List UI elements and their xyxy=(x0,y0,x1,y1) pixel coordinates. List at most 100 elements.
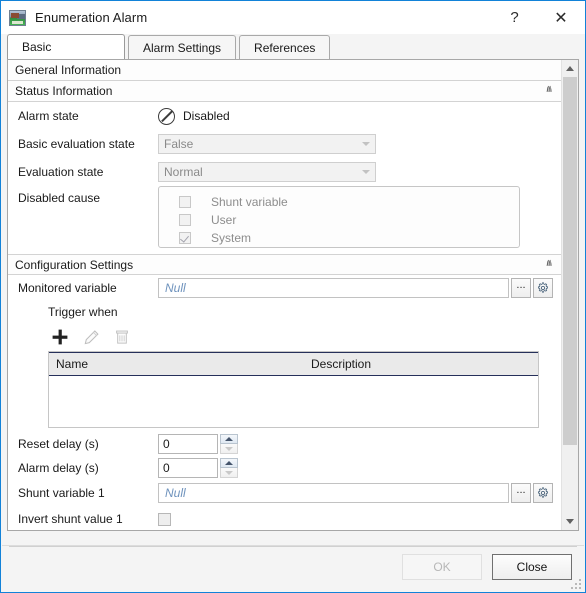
group-header-configuration-settings[interactable]: Configuration Settings ⱞ xyxy=(8,254,561,275)
trigger-when-grid: Name Description xyxy=(48,351,539,428)
list-item[interactable]: Shunt variable xyxy=(179,193,519,210)
row-basic-evaluation-state: Basic evaluation state False xyxy=(8,130,561,158)
spinner-up-icon[interactable] xyxy=(220,434,238,444)
checkbox-user[interactable] xyxy=(179,214,191,226)
spinner-down-icon[interactable] xyxy=(220,444,238,454)
label-alarm-delay: Alarm delay (s) xyxy=(18,461,158,475)
row-disabled-cause: Disabled cause Shunt variable User Syste… xyxy=(8,186,561,254)
column-header-description[interactable]: Description xyxy=(304,357,371,371)
row-evaluation-state: Evaluation state Normal xyxy=(8,158,561,186)
label-disabled-cause: Disabled cause xyxy=(18,186,158,205)
basic-tab-panel: General Information ⱟ Status Information… xyxy=(7,59,579,531)
shunt-variable-1-settings-button[interactable] xyxy=(533,483,553,503)
row-alarm-delay: Alarm delay (s) 0 xyxy=(8,456,561,480)
settings-scroll-area: General Information ⱟ Status Information… xyxy=(8,60,561,530)
tab-basic[interactable]: Basic xyxy=(7,34,125,59)
checkbox-invert-shunt-value-1[interactable] xyxy=(158,513,171,526)
disabled-cause-list: Shunt variable User System xyxy=(158,186,520,248)
checkbox-system[interactable] xyxy=(179,232,191,244)
value-alarm-state: Disabled xyxy=(158,108,230,125)
chevron-up-icon: ⱞ xyxy=(546,259,552,270)
label-trigger-when: Trigger when xyxy=(48,305,118,319)
enumeration-alarm-dialog: Enumeration Alarm ? ✕ Basic Alarm Settin… xyxy=(0,0,586,593)
evaluation-state-value: Normal xyxy=(164,165,203,179)
delete-trash-icon[interactable] xyxy=(110,325,134,349)
row-trigger-when: Trigger when xyxy=(8,301,561,323)
gear-icon xyxy=(536,486,550,500)
monitored-variable-settings-button[interactable] xyxy=(533,278,553,298)
gear-icon xyxy=(536,281,550,295)
grid-body-empty[interactable] xyxy=(49,376,538,427)
row-shunt-variable-1: Shunt variable 1 Null ... xyxy=(8,480,561,506)
evaluation-state-select[interactable]: Normal xyxy=(158,162,376,182)
edit-pencil-icon[interactable] xyxy=(79,325,103,349)
alarm-delay-input[interactable]: 0 xyxy=(158,458,218,478)
basic-evaluation-state-value: False xyxy=(164,137,193,151)
trigger-when-toolbar xyxy=(8,323,561,351)
chevron-down-icon xyxy=(357,163,375,181)
spinner-down-icon[interactable] xyxy=(220,468,238,478)
resize-grip-icon[interactable] xyxy=(570,578,581,589)
group-header-general-information[interactable]: General Information ⱟ xyxy=(8,60,561,81)
column-header-name[interactable]: Name xyxy=(49,357,304,371)
spinner-up-icon[interactable] xyxy=(220,458,238,468)
checkbox-shunt-variable[interactable] xyxy=(179,196,191,208)
window-title: Enumeration Alarm xyxy=(35,10,147,25)
row-alarm-state: Alarm state Disabled xyxy=(8,102,561,130)
list-item-label: Shunt variable xyxy=(211,195,288,209)
label-shunt-variable-1: Shunt variable 1 xyxy=(18,486,158,500)
label-monitored-variable: Monitored variable xyxy=(18,281,158,295)
shunt-variable-1-input[interactable]: Null xyxy=(158,483,509,503)
row-reset-delay: Reset delay (s) 0 xyxy=(8,432,561,456)
scrollbar-thumb[interactable] xyxy=(563,77,577,445)
reset-delay-spin-buttons xyxy=(220,434,238,454)
close-button[interactable]: Close xyxy=(492,554,572,580)
image-thumbnail-icon xyxy=(9,10,26,26)
tab-alarm-settings[interactable]: Alarm Settings xyxy=(128,35,236,59)
alarm-state-text: Disabled xyxy=(183,109,230,123)
list-item[interactable]: User xyxy=(179,211,519,228)
window-controls: ? ✕ xyxy=(492,1,585,34)
dialog-footer: OK Close xyxy=(2,545,584,591)
row-monitored-variable: Monitored variable Null ... xyxy=(8,275,561,301)
reset-delay-input[interactable]: 0 xyxy=(158,434,218,454)
shunt-variable-1-picker: Null ... xyxy=(158,483,561,503)
add-icon[interactable] xyxy=(48,325,72,349)
label-evaluation-state: Evaluation state xyxy=(18,165,158,179)
scrollbar-track[interactable] xyxy=(562,77,578,513)
shunt-variable-1-browse-button[interactable]: ... xyxy=(511,483,531,503)
list-item[interactable]: System xyxy=(179,229,519,246)
trigger-when-grid-wrap: Name Description xyxy=(8,351,561,428)
alarm-delay-stepper: 0 xyxy=(158,458,238,478)
alarm-delay-spin-buttons xyxy=(220,458,238,478)
label-invert-shunt-value-1: Invert shunt value 1 xyxy=(18,512,158,526)
scroll-down-icon[interactable] xyxy=(562,513,578,530)
title-bar: Enumeration Alarm ? ✕ xyxy=(1,1,585,34)
row-invert-shunt-value-1: Invert shunt value 1 xyxy=(8,506,561,530)
vertical-scrollbar[interactable] xyxy=(561,60,578,530)
reset-delay-stepper: 0 xyxy=(158,434,238,454)
chevron-down-icon xyxy=(357,135,375,153)
no-entry-icon xyxy=(158,108,175,125)
footer-buttons: OK Close xyxy=(402,554,572,580)
label-alarm-state: Alarm state xyxy=(18,109,158,123)
monitored-variable-picker: Null ... xyxy=(158,278,561,298)
monitored-variable-browse-button[interactable]: ... xyxy=(511,278,531,298)
monitored-variable-input[interactable]: Null xyxy=(158,278,509,298)
label-reset-delay: Reset delay (s) xyxy=(18,437,158,451)
group-title-general-information: General Information xyxy=(15,63,121,77)
label-basic-evaluation-state: Basic evaluation state xyxy=(18,137,158,151)
ok-button[interactable]: OK xyxy=(402,554,482,580)
grid-header-row: Name Description xyxy=(49,352,538,376)
list-item-label: User xyxy=(211,213,236,227)
close-icon[interactable]: ✕ xyxy=(537,2,585,33)
scroll-up-icon[interactable] xyxy=(562,60,578,77)
list-item-label: System xyxy=(211,231,251,245)
help-button[interactable]: ? xyxy=(492,2,537,33)
basic-evaluation-state-select[interactable]: False xyxy=(158,134,376,154)
tab-strip: Basic Alarm Settings References xyxy=(7,34,585,59)
footer-divider xyxy=(9,546,577,547)
group-header-status-information[interactable]: Status Information ⱞ xyxy=(8,81,561,102)
group-title-configuration-settings: Configuration Settings xyxy=(15,258,133,272)
tab-references[interactable]: References xyxy=(239,35,330,59)
